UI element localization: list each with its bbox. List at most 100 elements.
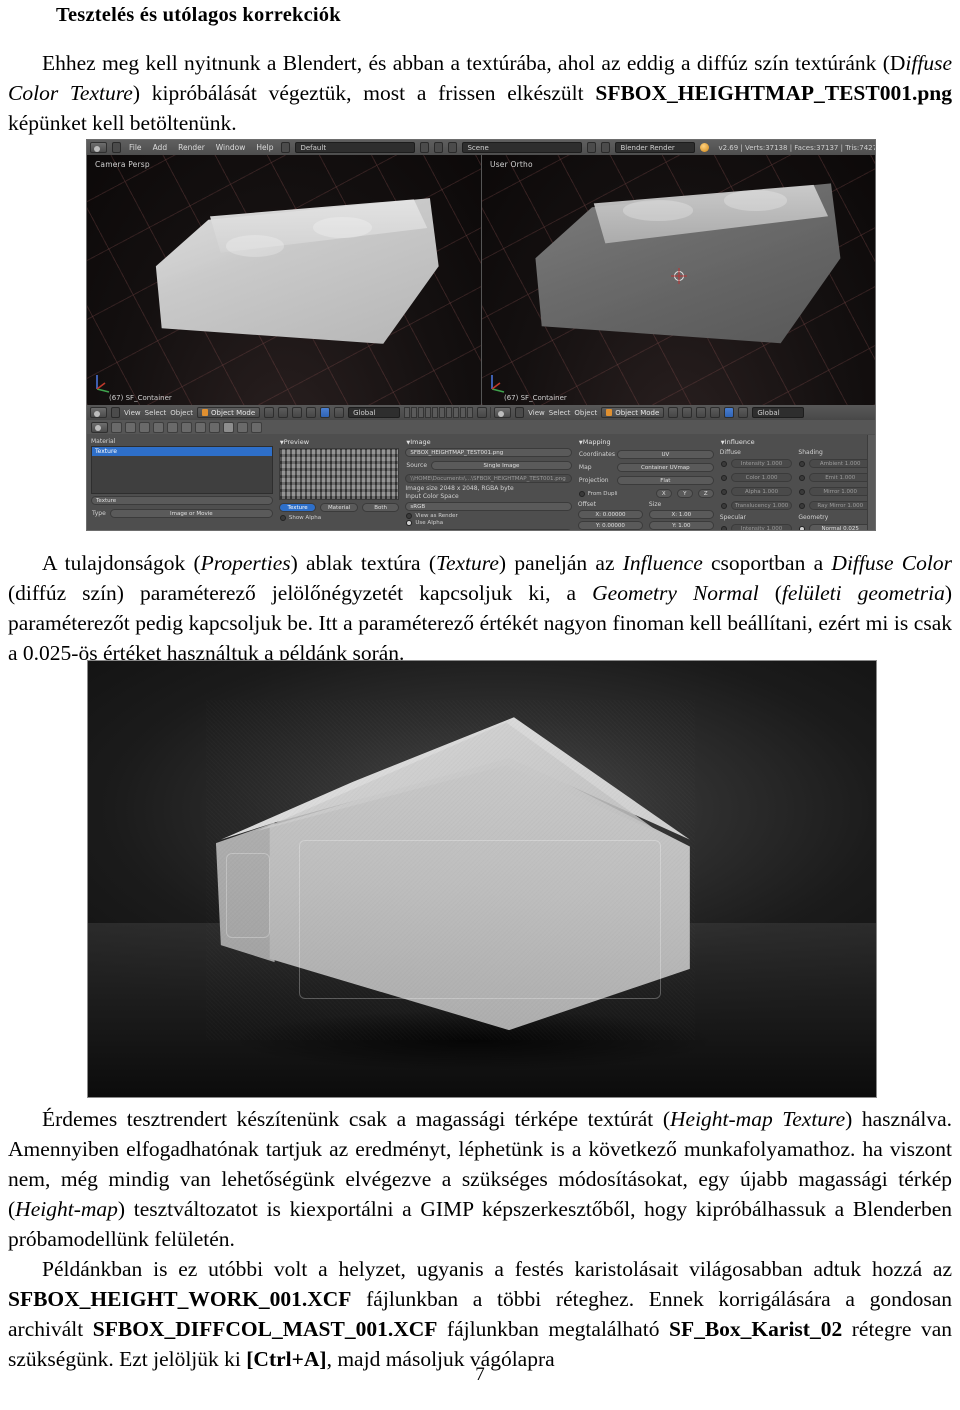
rotate-manipulator-icon[interactable]	[320, 407, 331, 418]
texture-name-field[interactable]: Texture	[91, 496, 273, 505]
shading-raymirror-row[interactable]: Ray Mirror 1.000	[799, 499, 872, 512]
shading-ambient-row[interactable]: Ambient 1.000	[799, 457, 872, 470]
size-x-field[interactable]: X: 1.00	[648, 510, 714, 519]
specular-intensity-field[interactable]: Intensity 1.000	[730, 524, 793, 530]
viewport-shading-icon[interactable]	[668, 407, 679, 418]
preview-button-material[interactable]: Material	[320, 503, 358, 512]
view-as-render-checkbox[interactable]: View as Render	[406, 513, 573, 519]
tab-data-icon[interactable]	[195, 421, 206, 433]
tab-texture-icon[interactable]	[223, 421, 234, 433]
coordinates-select[interactable]: UV	[616, 450, 714, 459]
header-collapse-icon[interactable]	[111, 407, 120, 418]
menu-window[interactable]: Window	[213, 143, 249, 152]
preview-button-both[interactable]: Both	[361, 503, 400, 512]
texture-slot-empty[interactable]	[92, 464, 272, 472]
menu-add[interactable]: Add	[150, 143, 171, 152]
blender-logo-icon[interactable]	[90, 142, 107, 153]
diffuse-alpha-row[interactable]: Alpha 1.000	[720, 485, 794, 498]
geometry-normal-row[interactable]: Normal 0.025	[799, 522, 872, 530]
shading-mirror-row[interactable]: Mirror 1.000	[799, 485, 872, 498]
menu-help[interactable]: Help	[253, 143, 276, 152]
axis-x-button[interactable]: X	[655, 489, 672, 498]
shading-raymirror-field[interactable]: Ray Mirror 1.000	[809, 501, 872, 510]
tab-particles-icon[interactable]	[237, 421, 248, 433]
axis-z-button[interactable]: Z	[697, 489, 714, 498]
viewport-shading-icon[interactable]	[264, 407, 275, 418]
shading-emit-field[interactable]: Emit 1.000	[809, 473, 872, 482]
screen-browse-icon[interactable]	[281, 142, 291, 153]
projection-select[interactable]: Flat	[616, 476, 714, 485]
properties-editor-type-icon[interactable]	[91, 421, 108, 433]
viewport-camera-persp[interactable]: Camera Persp (67) SF_Container	[87, 155, 481, 405]
tab-render-icon[interactable]	[111, 421, 122, 433]
vp-menu-view[interactable]: View	[124, 409, 141, 417]
tab-constraints-icon[interactable]	[167, 421, 178, 433]
tab-object-icon[interactable]	[153, 421, 164, 433]
axis-y-button[interactable]: Y	[676, 489, 693, 498]
editor-type-icon[interactable]	[494, 407, 512, 418]
vp-menu-view[interactable]: View	[528, 409, 545, 417]
vp-menu-object[interactable]: Object	[574, 409, 597, 417]
preview-show-alpha-checkbox[interactable]: Show Alpha	[279, 515, 401, 521]
viewport-user-ortho[interactable]: User Ortho (67) SF_Container	[481, 155, 875, 405]
translate-manipulator-icon[interactable]	[306, 407, 317, 418]
delete-screen-icon[interactable]	[434, 142, 444, 153]
alpha-mode-select[interactable]: Straight	[427, 529, 572, 530]
mapping-panel-header[interactable]: Mapping	[579, 438, 715, 446]
screen-layout-field[interactable]: Default	[295, 142, 416, 153]
add-scene-icon[interactable]	[587, 142, 597, 153]
diffuse-alpha-field[interactable]: Alpha 1.000	[730, 487, 793, 496]
texture-slot-empty[interactable]	[92, 456, 272, 464]
tab-world-icon[interactable]	[139, 421, 150, 433]
transform-orientation-select[interactable]: Global	[348, 407, 401, 418]
translate-manipulator-icon[interactable]	[710, 407, 721, 418]
texture-slot-empty[interactable]	[92, 480, 272, 488]
from-dupli-checkbox[interactable]: From Dupli	[578, 490, 652, 497]
preview-button-texture[interactable]: Texture	[278, 503, 317, 512]
offset-x-field[interactable]: X: 0.00000	[577, 510, 643, 519]
scene-layers-grid[interactable]	[404, 407, 474, 418]
shading-emit-row[interactable]: Emit 1.000	[799, 471, 872, 484]
interaction-mode-select[interactable]: Object Mode	[601, 407, 665, 418]
input-color-space-select[interactable]: sRGB	[405, 502, 572, 511]
influence-panel-header[interactable]: Influence	[721, 438, 872, 446]
texture-slot-list[interactable]: Texture	[91, 446, 273, 494]
rotate-manipulator-icon[interactable]	[724, 407, 735, 418]
scale-manipulator-icon[interactable]	[334, 407, 345, 418]
scale-manipulator-icon[interactable]	[738, 407, 749, 418]
render-engine-select[interactable]: Blender Render	[615, 142, 696, 153]
properties-side-tab[interactable]	[867, 435, 875, 530]
header-collapse-icon[interactable]	[515, 407, 525, 418]
specular-intensity-row[interactable]: Intensity 1.000	[720, 522, 794, 530]
image-panel-header[interactable]: Image	[406, 438, 573, 446]
pivot-point-icon[interactable]	[278, 407, 289, 418]
image-datablock-field[interactable]: SFBOX_HEIGHTMAP_TEST001.png	[405, 448, 572, 457]
pivot-point-icon[interactable]	[682, 407, 693, 418]
diffuse-intensity-field[interactable]: Intensity 1.000	[730, 459, 793, 468]
geometry-normal-field[interactable]: Normal 0.025	[809, 524, 872, 530]
map-select[interactable]: Container UVmap	[616, 463, 714, 472]
shading-ambient-field[interactable]: Ambient 1.000	[809, 459, 872, 468]
size-y-field[interactable]: Y: 1.00	[648, 521, 714, 530]
delete-scene-icon[interactable]	[601, 142, 611, 153]
diffuse-color-field[interactable]: Color 1.000	[730, 473, 793, 482]
shading-mirror-field[interactable]: Mirror 1.000	[809, 487, 872, 496]
scene-field[interactable]: Scene	[462, 142, 583, 153]
add-screen-icon[interactable]	[420, 142, 430, 153]
info-editor-type-icon[interactable]	[112, 142, 121, 153]
texture-slot-selected[interactable]: Texture	[92, 447, 272, 456]
scene-browse-icon[interactable]	[448, 142, 458, 153]
editor-type-icon[interactable]	[90, 407, 107, 418]
vp-menu-select[interactable]: Select	[145, 409, 167, 417]
use-alpha-checkbox[interactable]: Use Alpha	[406, 520, 573, 526]
diffuse-color-row[interactable]: Color 1.000	[720, 471, 794, 484]
snap-icon[interactable]	[292, 407, 303, 418]
texture-slot-empty[interactable]	[92, 472, 272, 480]
lock-layers-icon[interactable]	[477, 407, 488, 418]
tab-scene-icon[interactable]	[125, 421, 136, 433]
image-source-select[interactable]: Single Image	[431, 461, 572, 470]
image-filepath-field[interactable]: \\HOME\Documents\...\SFBOX_HEIGHTMAP_TES…	[405, 474, 572, 483]
preview-panel-header[interactable]: Preview	[280, 438, 401, 446]
diffuse-translucency-field[interactable]: Translucency 1.000	[730, 501, 793, 510]
tab-physics-icon[interactable]	[251, 421, 262, 433]
